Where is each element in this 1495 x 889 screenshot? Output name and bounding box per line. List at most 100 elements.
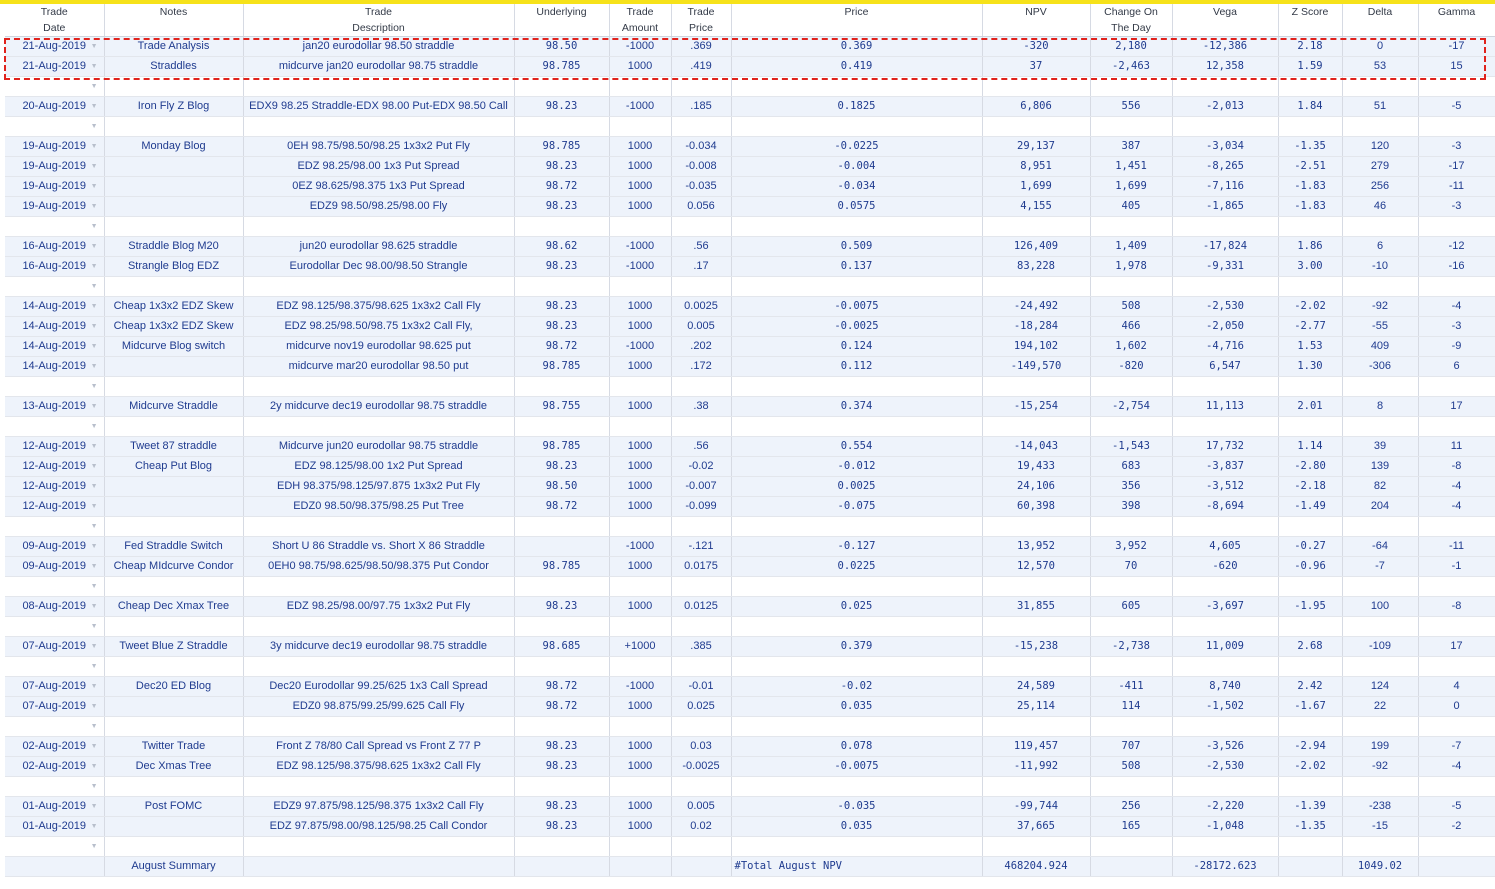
trade-price-cell[interactable]: -0.034 xyxy=(671,136,732,157)
trade-price-cell[interactable] xyxy=(671,376,732,397)
underlying-cell[interactable]: 98.23 xyxy=(514,156,610,177)
price-cell[interactable]: 0.124 xyxy=(731,336,983,357)
description-cell[interactable]: jun20 eurodollar 98.625 straddle xyxy=(243,236,515,257)
zscore-cell[interactable] xyxy=(1278,716,1343,737)
dropdown-caret-icon[interactable]: ▼ xyxy=(91,137,98,156)
npv-cell[interactable]: -14,043 xyxy=(982,436,1091,457)
amount-cell[interactable] xyxy=(609,216,672,237)
trade-price-cell[interactable]: -0.007 xyxy=(671,476,732,497)
notes-cell[interactable] xyxy=(104,696,244,717)
amount-cell[interactable] xyxy=(609,616,672,637)
price-cell[interactable]: 0.035 xyxy=(731,816,983,837)
delta-cell[interactable]: 8 xyxy=(1342,396,1419,417)
gamma-cell[interactable] xyxy=(1418,576,1495,597)
underlying-cell[interactable]: 98.785 xyxy=(514,436,610,457)
dropdown-caret-icon[interactable]: ▼ xyxy=(91,597,98,616)
delta-cell[interactable]: -92 xyxy=(1342,296,1419,317)
dropdown-caret-icon[interactable]: ▼ xyxy=(91,637,98,656)
column-header[interactable]: Trade Amount xyxy=(609,4,672,37)
notes-cell[interactable] xyxy=(104,376,244,397)
trade-price-cell[interactable]: 0.025 xyxy=(671,696,732,717)
date-cell[interactable]: ▼ xyxy=(5,76,105,97)
npv-cell[interactable]: 24,589 xyxy=(982,676,1091,697)
amount-cell[interactable] xyxy=(609,776,672,797)
amount-cell[interactable]: 1000 xyxy=(609,696,672,717)
dropdown-caret-icon[interactable]: ▼ xyxy=(91,797,98,816)
gamma-cell[interactable]: -11 xyxy=(1418,176,1495,197)
vega-cell[interactable] xyxy=(1172,836,1279,857)
gamma-cell[interactable]: -1 xyxy=(1418,556,1495,577)
delta-cell[interactable]: 204 xyxy=(1342,496,1419,517)
delta-cell[interactable]: 22 xyxy=(1342,696,1419,717)
notes-cell[interactable] xyxy=(104,116,244,137)
trade-price-cell[interactable]: 0.005 xyxy=(671,796,732,817)
vega-cell[interactable] xyxy=(1172,656,1279,677)
change-cell[interactable] xyxy=(1090,716,1173,737)
price-cell[interactable]: 0.374 xyxy=(731,396,983,417)
gamma-cell[interactable]: -3 xyxy=(1418,136,1495,157)
change-cell[interactable]: 70 xyxy=(1090,556,1173,577)
delta-cell[interactable]: 120 xyxy=(1342,136,1419,157)
underlying-cell[interactable]: 98.23 xyxy=(514,796,610,817)
trade-price-cell[interactable]: -.121 xyxy=(671,536,732,557)
gamma-cell[interactable]: -5 xyxy=(1418,796,1495,817)
gamma-cell[interactable]: 6 xyxy=(1418,356,1495,377)
notes-cell[interactable] xyxy=(104,276,244,297)
npv-cell[interactable]: 19,433 xyxy=(982,456,1091,477)
change-cell[interactable]: 508 xyxy=(1090,296,1173,317)
date-cell[interactable]: 14-Aug-2019 ▼ xyxy=(5,316,105,337)
vega-cell[interactable] xyxy=(1172,376,1279,397)
zscore-cell[interactable]: 2.01 xyxy=(1278,396,1343,417)
description-cell[interactable]: midcurve jan20 eurodollar 98.75 straddle xyxy=(243,56,515,77)
notes-cell[interactable] xyxy=(104,176,244,197)
zscore-cell[interactable] xyxy=(1278,216,1343,237)
description-cell[interactable] xyxy=(243,516,515,537)
description-cell[interactable]: 2y midcurve dec19 eurodollar 98.75 strad… xyxy=(243,396,515,417)
notes-cell[interactable]: Strangle Blog EDZ xyxy=(104,256,244,277)
dropdown-caret-icon[interactable]: ▼ xyxy=(91,97,98,116)
amount-cell[interactable]: -1000 xyxy=(609,96,672,117)
zscore-cell[interactable]: -1.35 xyxy=(1278,136,1343,157)
change-cell[interactable]: -1,543 xyxy=(1090,436,1173,457)
delta-cell[interactable]: 82 xyxy=(1342,476,1419,497)
description-cell[interactable]: EDZ9 98.50/98.25/98.00 Fly xyxy=(243,196,515,217)
gamma-cell[interactable]: -8 xyxy=(1418,596,1495,617)
dropdown-caret-icon[interactable]: ▼ xyxy=(91,477,98,496)
description-cell[interactable]: EDZ 98.25/98.50/98.75 1x3x2 Call Fly, xyxy=(243,316,515,337)
change-cell[interactable]: 387 xyxy=(1090,136,1173,157)
delta-cell[interactable]: 51 xyxy=(1342,96,1419,117)
date-cell[interactable]: 14-Aug-2019 ▼ xyxy=(5,296,105,317)
vega-cell[interactable]: 4,605 xyxy=(1172,536,1279,557)
description-cell[interactable]: EDH 98.375/98.125/97.875 1x3x2 Put Fly xyxy=(243,476,515,497)
zscore-cell[interactable]: -1.95 xyxy=(1278,596,1343,617)
amount-cell[interactable]: 1000 xyxy=(609,796,672,817)
notes-cell[interactable] xyxy=(104,196,244,217)
gamma-cell[interactable]: -4 xyxy=(1418,476,1495,497)
column-header[interactable]: Trade Description xyxy=(243,4,515,37)
zscore-cell[interactable]: -2.77 xyxy=(1278,316,1343,337)
price-cell[interactable]: -0.127 xyxy=(731,536,983,557)
underlying-cell[interactable] xyxy=(514,116,610,137)
zscore-cell[interactable]: -1.67 xyxy=(1278,696,1343,717)
amount-cell[interactable] xyxy=(609,656,672,677)
zscore-cell[interactable]: 1.14 xyxy=(1278,436,1343,457)
column-header[interactable]: Vega xyxy=(1172,4,1279,37)
vega-cell[interactable]: 11,009 xyxy=(1172,636,1279,657)
delta-cell[interactable]: -109 xyxy=(1342,636,1419,657)
date-cell[interactable]: ▼ xyxy=(5,656,105,677)
price-cell[interactable]: 0.025 xyxy=(731,596,983,617)
date-cell[interactable]: 14-Aug-2019 ▼ xyxy=(5,336,105,357)
date-cell[interactable]: 20-Aug-2019 ▼ xyxy=(5,96,105,117)
underlying-cell[interactable]: 98.785 xyxy=(514,136,610,157)
price-cell[interactable]: 0.554 xyxy=(731,436,983,457)
dropdown-caret-icon[interactable]: ▼ xyxy=(91,737,98,756)
trade-price-cell[interactable]: .17 xyxy=(671,256,732,277)
column-header[interactable]: Change On The Day xyxy=(1090,4,1173,37)
date-cell[interactable]: 21-Aug-2019 ▼ xyxy=(5,36,105,57)
date-cell[interactable]: 12-Aug-2019 ▼ xyxy=(5,456,105,477)
amount-cell[interactable] xyxy=(609,416,672,437)
dropdown-caret-icon[interactable]: ▼ xyxy=(91,417,98,436)
zscore-cell[interactable]: -2.18 xyxy=(1278,476,1343,497)
underlying-cell[interactable] xyxy=(514,516,610,537)
gamma-cell[interactable] xyxy=(1418,376,1495,397)
